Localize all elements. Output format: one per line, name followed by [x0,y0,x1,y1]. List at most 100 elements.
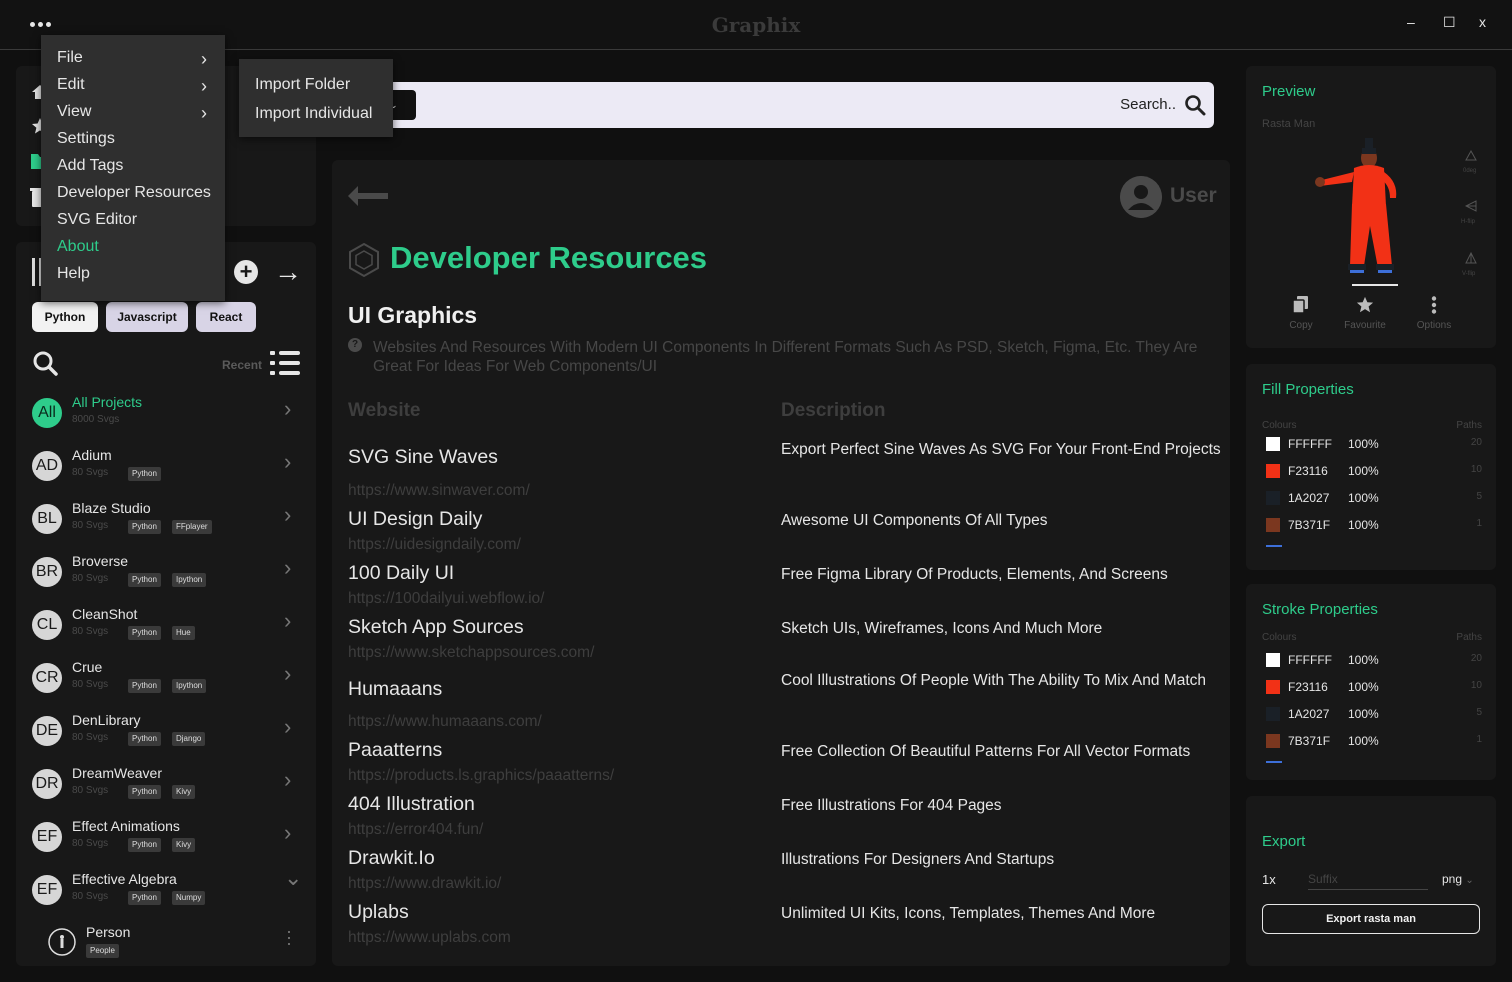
resource-name[interactable]: Drawkit.Io [348,847,435,870]
chip-python[interactable]: Python [32,302,98,332]
suffix-input[interactable] [1308,868,1428,890]
project-item[interactable]: AD Adium 80 Svgs Python › [16,447,316,500]
chevron-right-icon[interactable]: › [284,555,291,581]
stroke-colour-swatch[interactable] [1266,734,1280,748]
search-submit-icon[interactable] [1184,94,1206,116]
menu-item-about[interactable]: About [57,238,217,262]
h-flip-icon[interactable] [1465,200,1477,212]
resource-description: Cool Illustrations Of People With The Ab… [781,672,1207,689]
resource-url-link[interactable]: https://uidesigndaily.com/ [348,536,521,554]
export-button[interactable]: Export rasta man [1262,904,1480,934]
fill-colour-row[interactable]: F23116 100% 10 [1262,463,1482,479]
chip-react[interactable]: React [196,302,256,332]
close-button[interactable]: x [1479,14,1486,30]
menu-item-view[interactable]: View › [57,103,217,127]
resource-name[interactable]: UI Design Daily [348,508,482,531]
project-item[interactable]: CL CleanShot 80 Svgs Python Hue › [16,606,316,659]
fill-colour-swatch[interactable] [1266,464,1280,478]
stroke-colour-paths: 20 [1470,653,1482,664]
stroke-colour-swatch[interactable] [1266,680,1280,694]
back-arrow-icon[interactable] [346,184,390,208]
resource-url-link[interactable]: https://100dailyui.webflow.io/ [348,590,544,608]
kebab-icon[interactable]: · · · [286,922,292,952]
menu-item-add-tags[interactable]: Add Tags [57,157,217,181]
copy-action[interactable]: Copy [1271,296,1331,331]
resource-url-link[interactable]: https://error404.fun/ [348,821,483,839]
search-input[interactable]: Search.. [1120,96,1176,113]
chevron-right-icon[interactable]: › [284,714,291,740]
help-icon: ? [348,338,362,352]
forward-arrow-icon[interactable]: → [274,256,302,288]
project-item[interactable]: BL Blaze Studio 80 Svgs Python FFplayer › [16,500,316,553]
fill-colour-row[interactable]: 7B371F 100% 1 [1262,517,1482,533]
resource-url-link[interactable]: https://www.sinwaver.com/ [348,482,530,500]
chevron-right-icon[interactable]: › [284,502,291,528]
menu-item-settings[interactable]: Settings [57,130,217,154]
favourite-action[interactable]: Favourite [1335,296,1395,331]
menu-item-label: Help [57,265,90,282]
import-folder-item[interactable]: Import Folder [255,76,350,94]
chevron-right-icon[interactable]: › [284,449,291,475]
search-icon[interactable] [32,350,58,376]
maximize-button[interactable]: ☐ [1443,14,1456,31]
stroke-colour-row[interactable]: F23116 100% 10 [1262,679,1482,695]
fill-colour-swatch[interactable] [1266,518,1280,532]
resource-name[interactable]: SVG Sine Waves [348,446,498,469]
menu-item-svg-editor[interactable]: SVG Editor [57,211,217,235]
user-label[interactable]: User [1170,184,1217,208]
resource-url-link[interactable]: https://www.humaaans.com/ [348,713,542,731]
resource-url-link[interactable]: https://www.uplabs.com [348,929,511,947]
project-sub-item[interactable]: Person People · · · [16,922,316,958]
resource-name[interactable]: Sketch App Sources [348,616,524,639]
minimize-button[interactable]: – [1407,14,1415,30]
resource-name[interactable]: Uplabs [348,901,409,924]
list-view-icon[interactable] [270,350,300,376]
export-scale-select[interactable]: 1x [1262,872,1276,887]
chip-javascript[interactable]: Javascript [106,302,188,332]
user-avatar-icon[interactable] [1120,176,1162,218]
resource-url-link[interactable]: https://www.drawkit.io/ [348,875,501,893]
fill-colour-swatch[interactable] [1266,491,1280,505]
project-item[interactable]: All All Projects 8000 Svgs › [16,394,316,447]
chevron-right-icon[interactable]: › [284,608,291,634]
chevron-down-icon[interactable]: ⌄ [284,865,302,891]
import-individual-item[interactable]: Import Individual [255,105,372,123]
project-item[interactable]: EF Effective Algebra 80 Svgs Python Numpy ⌄ [16,865,316,924]
stroke-colour-swatch[interactable] [1266,707,1280,721]
menu-item-label: Edit [57,76,85,93]
resource-name[interactable]: 100 Daily UI [348,562,454,585]
project-item[interactable]: BR Broverse 80 Svgs Python Ipython › [16,553,316,606]
fill-colour-swatch[interactable] [1266,437,1280,451]
chevron-right-icon[interactable]: › [284,396,291,422]
stroke-colour-swatch[interactable] [1266,653,1280,667]
menu-item-help[interactable]: Help [57,265,217,289]
resource-name[interactable]: Humaaans [348,678,442,701]
project-item[interactable]: EF Effect Animations 80 Svgs Python Kivy › [16,818,316,871]
resource-name[interactable]: Paaatterns [348,739,442,762]
menu-item-edit[interactable]: Edit › [57,76,217,100]
fill-colour-hex: 7B371F [1288,518,1331,532]
resource-name[interactable]: 404 Illustration [348,793,475,816]
fill-colour-row[interactable]: FFFFFF 100% 20 [1262,436,1482,452]
chevron-right-icon[interactable]: › [284,767,291,793]
chevron-right-icon[interactable]: › [284,661,291,687]
stroke-colour-row[interactable]: 7B371F 100% 1 [1262,733,1482,749]
chevron-right-icon[interactable]: › [284,820,291,846]
stroke-colour-row[interactable]: FFFFFF 100% 20 [1262,652,1482,668]
project-tag: FFplayer [172,520,212,534]
project-item[interactable]: DE DenLibrary 80 Svgs Python Django › [16,712,316,765]
menu-item-developer-resources[interactable]: Developer Resources [57,184,217,208]
format-select[interactable]: png ⌄ [1442,872,1474,886]
v-flip-icon[interactable] [1465,252,1477,264]
resource-url-link[interactable]: https://www.sketchappsources.com/ [348,644,594,662]
stroke-colour-row[interactable]: 1A2027 100% 5 [1262,706,1482,722]
recent-label[interactable]: Recent [222,358,262,372]
resource-url-link[interactable]: https://products.ls.graphics/paaatterns/ [348,767,614,785]
add-project-icon[interactable]: + [234,260,258,284]
menu-item-file[interactable]: File › [57,49,217,73]
options-action[interactable]: Options [1404,296,1464,331]
project-item[interactable]: DR DreamWeaver 80 Svgs Python Kivy › [16,765,316,818]
rotate-icon[interactable] [1465,150,1477,162]
project-item[interactable]: CR Crue 80 Svgs Python Ipython › [16,659,316,712]
fill-colour-row[interactable]: 1A2027 100% 5 [1262,490,1482,506]
